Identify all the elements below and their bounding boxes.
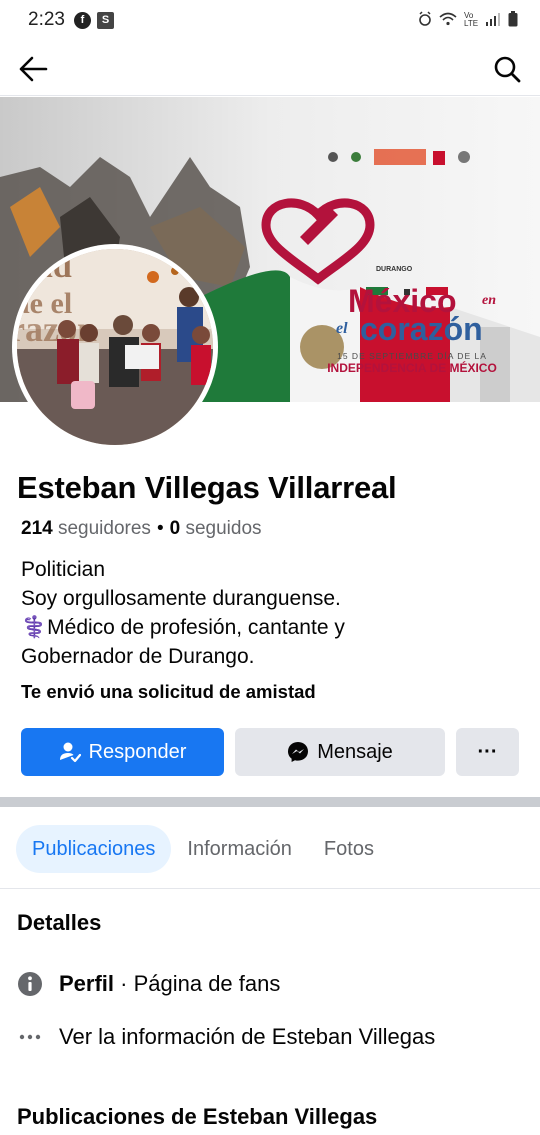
person-check-icon [59,742,81,763]
more-options-button[interactable]: ··· [456,728,519,776]
wifi-icon [439,12,457,29]
search-icon [494,56,521,82]
top-navigation [0,42,540,96]
bio-line: Soy orgullosamente duranguense. [21,587,341,610]
profile-bio: Politician Soy orgullosamente duranguens… [21,555,521,671]
cover-title-corazon: corazón [360,311,483,347]
following-link[interactable]: 0 seguidos [170,518,262,540]
messenger-icon [288,742,309,762]
alarm-icon [418,10,432,30]
profile-stats: 214 seguidores • 0 seguidos [21,518,262,540]
profile-name: Esteban Villegas Villarreal [17,470,397,505]
tab-fotos[interactable]: Fotos [308,825,390,873]
following-label: seguidos [185,518,262,539]
more-dots-icon: ··· [477,740,498,763]
detail-profile-type: Perfil · Página de fans [17,971,280,997]
bio-line: ⚕️Médico de profesión, cantante y [21,616,345,639]
back-button[interactable] [16,52,50,86]
message-button[interactable]: Mensaje [235,728,445,776]
tab-informacion[interactable]: Información [171,825,308,873]
bio-line: Politician [21,558,106,581]
s-app-icon: S [96,11,114,29]
signal-icon [485,12,501,29]
profile-tabs: Publicaciones Información Fotos [16,825,390,873]
more-horizontal-icon [17,1024,43,1050]
message-label: Mensaje [317,740,393,763]
profile-avatar[interactable]: uad de el razon [12,244,218,450]
cover-logo-text: DURANGO [376,266,413,273]
tabs-divider [0,888,540,889]
followers-link[interactable]: 214 seguidores [21,518,151,540]
search-button[interactable] [490,52,524,86]
cover-subtitle-date: 15 DE SEPTIEMBRE DÍA DE LA [337,351,487,361]
friend-request-notice: Te envió una solicitud de amistad [21,681,316,702]
followers-label: seguidores [57,518,151,539]
status-bar: 2:23 f S Vo LTE [0,0,540,40]
battery-icon [508,10,518,30]
details-title: Detalles [17,910,102,935]
status-time: 2:23 [28,9,65,30]
respond-label: Responder [88,740,187,763]
respond-button[interactable]: Responder [21,728,224,776]
facebook-icon: f [73,11,91,29]
avatar-image: uad de el razon [17,249,213,445]
posts-section-title: Publicaciones de Esteban Villegas [17,1104,378,1129]
profile-type-label: Perfil [59,971,115,996]
cover-subtitle: INDEPENDENCIA DE MÉXICO [327,361,497,375]
following-count: 0 [169,518,181,539]
see-info-label: Ver la información de Esteban Villegas [59,1024,436,1049]
cover-title-el: el [336,320,348,337]
cover-title-en: en [482,293,496,308]
tab-publicaciones[interactable]: Publicaciones [16,825,172,873]
bio-line: Gobernador de Durango. [21,645,255,668]
section-divider [0,797,540,807]
followers-count: 214 [21,518,53,539]
see-info-link[interactable]: Ver la información de Esteban Villegas [17,1024,435,1050]
info-icon [17,971,43,997]
stats-separator: • [156,518,164,539]
profile-actions: Responder Mensaje ··· [21,728,519,776]
volte-icon: Vo LTE [464,11,479,28]
arrow-left-icon [19,56,48,81]
profile-type-value: · Página de fans [114,971,281,996]
